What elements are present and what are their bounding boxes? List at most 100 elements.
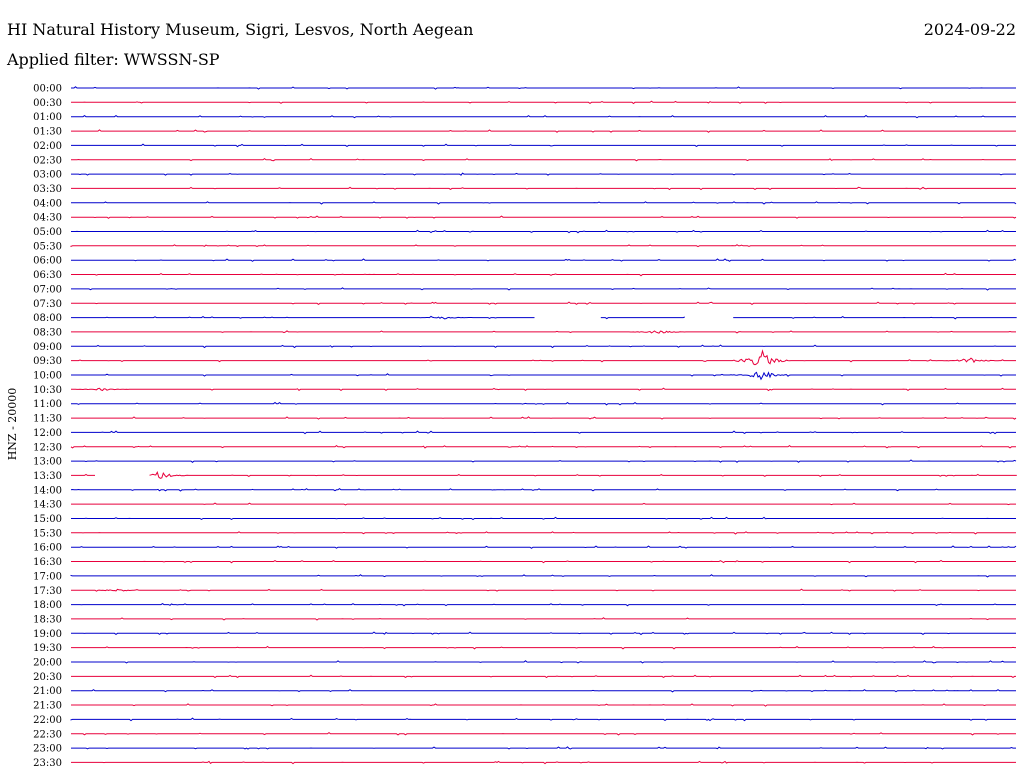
trace-line bbox=[71, 531, 1016, 535]
tick-label: 01:00 bbox=[33, 112, 62, 123]
trace-line bbox=[71, 516, 1016, 521]
trace-line bbox=[71, 602, 1016, 607]
trace-line bbox=[71, 129, 1016, 133]
trace-line bbox=[71, 731, 1016, 736]
trace-line bbox=[600, 316, 686, 320]
trace-line bbox=[71, 617, 1016, 621]
tick-label: 04:00 bbox=[33, 198, 62, 209]
tick-label: 22:30 bbox=[33, 729, 62, 740]
tick-label: 04:30 bbox=[33, 213, 62, 224]
tick-label: 14:30 bbox=[33, 500, 62, 511]
trace-line bbox=[70, 244, 1016, 248]
tick-label: 11:00 bbox=[33, 399, 62, 410]
trace-line bbox=[71, 660, 1016, 664]
tick-label: 07:00 bbox=[33, 284, 62, 295]
tick-label: 05:30 bbox=[33, 241, 62, 252]
trace-line bbox=[71, 201, 1017, 205]
trace-line bbox=[71, 703, 1016, 707]
tick-label: 06:30 bbox=[33, 270, 62, 281]
tick-label: 13:30 bbox=[33, 471, 62, 482]
trace-line bbox=[71, 416, 1017, 420]
trace-line bbox=[70, 444, 1016, 449]
tick-label: 09:30 bbox=[33, 356, 62, 367]
trace-line bbox=[70, 574, 1016, 578]
tick-label: 01:30 bbox=[33, 127, 62, 138]
tick-label: 21:00 bbox=[33, 686, 62, 697]
trace-lines bbox=[70, 86, 1017, 765]
tick-label: 23:00 bbox=[33, 744, 62, 755]
tick-label: 06:00 bbox=[33, 256, 62, 267]
tick-label: 05:00 bbox=[33, 227, 62, 238]
tick-label: 15:00 bbox=[33, 514, 62, 525]
tick-label: 08:00 bbox=[33, 313, 62, 324]
tick-label: 19:30 bbox=[33, 643, 62, 654]
trace-line bbox=[71, 344, 1016, 349]
tick-label: 02:30 bbox=[33, 155, 62, 166]
tick-label: 14:00 bbox=[33, 485, 62, 496]
tick-label: 15:30 bbox=[33, 528, 62, 539]
trace-line bbox=[71, 287, 1016, 291]
tick-label: 16:30 bbox=[33, 557, 62, 568]
tick-label: 02:00 bbox=[33, 141, 62, 152]
trace-line bbox=[71, 215, 1017, 219]
trace-line bbox=[71, 631, 1016, 636]
trace-line bbox=[71, 229, 1016, 234]
trace-line bbox=[71, 349, 1016, 366]
seismogram-plot: 00:00 00:30 01:00 01:30 02:00 02:30 03:00 03:30… bbox=[6, 84, 1017, 769]
trace-line bbox=[70, 487, 1016, 492]
trace-line bbox=[71, 746, 1016, 750]
trace-line bbox=[71, 371, 1016, 381]
time-tick-labels: 00:00 00:30 01:00 01:30 02:00 02:30 03:00 03:30… bbox=[33, 84, 62, 769]
trace-line bbox=[71, 272, 1016, 277]
trace-line bbox=[71, 588, 1016, 592]
trace-line bbox=[71, 172, 1016, 176]
trace-line bbox=[71, 315, 535, 320]
trace-line bbox=[733, 315, 1017, 320]
tick-label: 18:30 bbox=[33, 614, 62, 625]
trace-line bbox=[71, 401, 1016, 406]
tick-label: 07:30 bbox=[33, 299, 62, 310]
tick-label: 17:00 bbox=[33, 571, 62, 582]
trace-line bbox=[71, 430, 1016, 435]
tick-label: 12:00 bbox=[33, 428, 62, 439]
trace-line bbox=[71, 502, 1016, 506]
y-axis-label: HNZ - 20000 bbox=[6, 388, 19, 461]
tick-label: 16:00 bbox=[33, 543, 62, 554]
trace-line bbox=[71, 157, 1016, 162]
trace-line bbox=[71, 459, 1017, 463]
trace-line bbox=[71, 387, 1016, 392]
tick-label: 19:00 bbox=[33, 629, 62, 640]
trace-line bbox=[70, 717, 1016, 722]
trace-line bbox=[71, 330, 1016, 334]
tick-label: 13:00 bbox=[33, 457, 62, 468]
trace-line bbox=[71, 559, 1016, 564]
tick-label: 12:30 bbox=[33, 442, 62, 453]
trace-line bbox=[71, 545, 1017, 549]
trace-line bbox=[71, 100, 1016, 105]
trace-line bbox=[71, 258, 1017, 262]
tick-label: 21:30 bbox=[33, 701, 62, 712]
tick-label: 22:00 bbox=[33, 715, 62, 726]
trace-line bbox=[71, 689, 1016, 693]
trace-line bbox=[71, 301, 1016, 306]
tick-label: 03:00 bbox=[33, 170, 62, 181]
trace-line bbox=[71, 143, 1016, 148]
tick-label: 08:30 bbox=[33, 327, 62, 338]
tick-label: 17:30 bbox=[33, 586, 62, 597]
trace-line bbox=[71, 86, 1016, 90]
trace-line bbox=[71, 674, 1016, 679]
tick-label: 10:00 bbox=[33, 371, 62, 382]
trace-line bbox=[71, 114, 1016, 119]
tick-label: 18:00 bbox=[33, 600, 62, 611]
trace-line bbox=[149, 471, 1017, 479]
tick-label: 11:30 bbox=[33, 414, 62, 425]
tick-label: 00:00 bbox=[33, 84, 62, 95]
trace-line bbox=[71, 760, 1016, 765]
tick-label: 03:30 bbox=[33, 184, 62, 195]
tick-label: 20:30 bbox=[33, 672, 62, 683]
tick-label: 20:00 bbox=[33, 658, 62, 669]
tick-label: 10:30 bbox=[33, 385, 62, 396]
trace-line bbox=[71, 645, 1016, 650]
tick-label: 00:30 bbox=[33, 98, 62, 109]
tick-label: 09:00 bbox=[33, 342, 62, 353]
